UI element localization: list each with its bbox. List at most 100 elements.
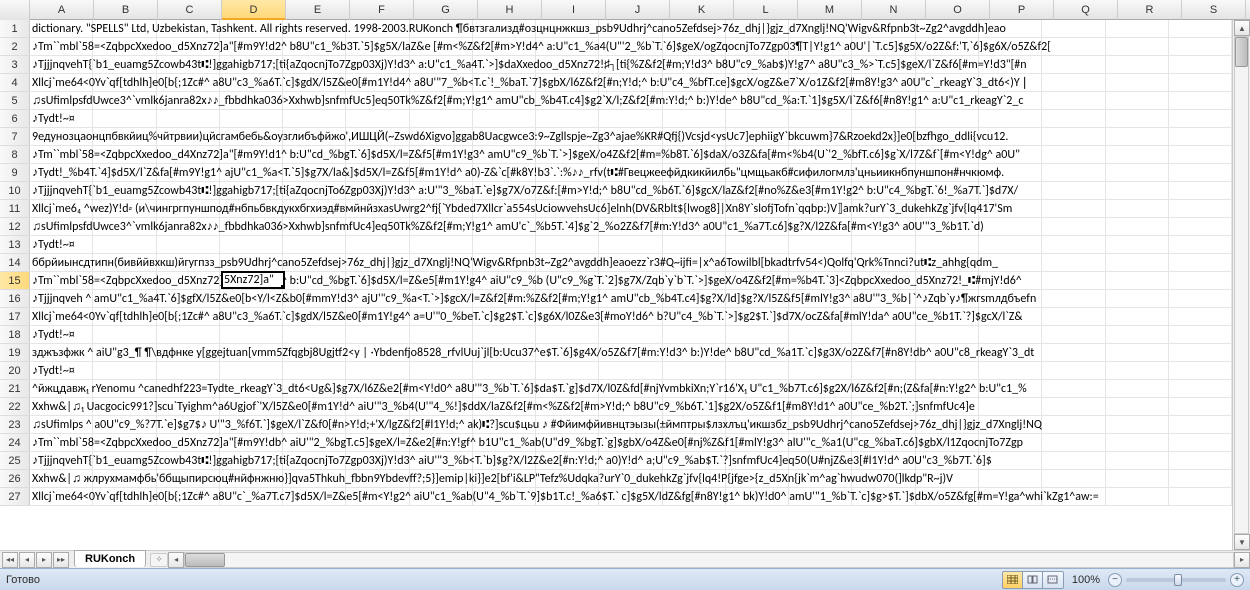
cell[interactable]: [979, 200, 1042, 218]
cell[interactable]: [916, 236, 979, 254]
cell[interactable]: [789, 20, 852, 38]
cell[interactable]: [789, 218, 852, 236]
cell[interactable]: [536, 146, 599, 164]
cell[interactable]: [979, 92, 1042, 110]
cell[interactable]: [220, 308, 283, 326]
cell[interactable]: [220, 344, 283, 362]
cell[interactable]: [599, 128, 662, 146]
cell[interactable]: [220, 290, 283, 308]
cell[interactable]: [536, 92, 599, 110]
cell[interactable]: [1169, 398, 1232, 416]
cell[interactable]: [1169, 128, 1232, 146]
cell[interactable]: [1106, 218, 1169, 236]
cell[interactable]: [283, 416, 346, 434]
cell[interactable]: [410, 92, 473, 110]
cell[interactable]: [599, 362, 662, 380]
cell[interactable]: [599, 470, 662, 488]
cell[interactable]: [346, 380, 409, 398]
cell[interactable]: [599, 110, 662, 128]
cell[interactable]: [663, 110, 726, 128]
cell[interactable]: [852, 290, 915, 308]
cell[interactable]: [852, 308, 915, 326]
cell[interactable]: [157, 488, 220, 506]
cell[interactable]: [283, 380, 346, 398]
cell[interactable]: [663, 92, 726, 110]
cell[interactable]: [410, 434, 473, 452]
column-header[interactable]: J: [606, 0, 670, 20]
cell[interactable]: [473, 110, 536, 128]
cell[interactable]: [536, 20, 599, 38]
cell[interactable]: [473, 290, 536, 308]
cell[interactable]: [30, 488, 93, 506]
cell[interactable]: [346, 164, 409, 182]
cell[interactable]: [410, 308, 473, 326]
cell[interactable]: [599, 236, 662, 254]
cell[interactable]: [346, 74, 409, 92]
cell[interactable]: [473, 380, 536, 398]
cell[interactable]: [663, 164, 726, 182]
cell[interactable]: [726, 434, 789, 452]
cell[interactable]: [1042, 290, 1105, 308]
cell[interactable]: [1106, 434, 1169, 452]
cell[interactable]: [157, 236, 220, 254]
column-header[interactable]: G: [414, 0, 478, 20]
cell[interactable]: [789, 38, 852, 56]
row-header[interactable]: 25: [0, 452, 30, 470]
cell[interactable]: [473, 182, 536, 200]
zoom-in-button[interactable]: +: [1230, 573, 1244, 587]
row-header[interactable]: 14: [0, 254, 30, 272]
cell[interactable]: [1169, 380, 1232, 398]
cell[interactable]: [473, 38, 536, 56]
insert-sheet-button[interactable]: ✧: [150, 553, 168, 567]
cell[interactable]: [726, 380, 789, 398]
cell[interactable]: [410, 110, 473, 128]
cell[interactable]: [283, 398, 346, 416]
cell[interactable]: [1106, 236, 1169, 254]
cell[interactable]: [979, 272, 1042, 290]
cell[interactable]: [663, 452, 726, 470]
column-header[interactable]: R: [1118, 0, 1182, 20]
cell[interactable]: [30, 308, 93, 326]
cell[interactable]: [979, 398, 1042, 416]
cell[interactable]: [93, 236, 156, 254]
column-header[interactable]: A: [30, 0, 94, 20]
cell[interactable]: [346, 254, 409, 272]
column-header[interactable]: K: [670, 0, 734, 20]
row-header[interactable]: 24: [0, 434, 30, 452]
row-header[interactable]: 1: [0, 20, 30, 38]
cell[interactable]: [852, 470, 915, 488]
cell[interactable]: [536, 56, 599, 74]
cell[interactable]: [663, 308, 726, 326]
cell[interactable]: [473, 416, 536, 434]
column-header[interactable]: I: [542, 0, 606, 20]
cell[interactable]: [916, 416, 979, 434]
cell[interactable]: [789, 380, 852, 398]
cell[interactable]: [789, 290, 852, 308]
cell[interactable]: [726, 326, 789, 344]
cell[interactable]: [283, 74, 346, 92]
cell[interactable]: [220, 470, 283, 488]
cell[interactable]: [1106, 182, 1169, 200]
cell[interactable]: [410, 164, 473, 182]
cell[interactable]: [220, 380, 283, 398]
cell[interactable]: [30, 164, 93, 182]
cell[interactable]: [916, 308, 979, 326]
cell[interactable]: [220, 416, 283, 434]
cell[interactable]: [852, 272, 915, 290]
cell[interactable]: [30, 380, 93, 398]
cell[interactable]: [979, 434, 1042, 452]
cell[interactable]: [852, 380, 915, 398]
cell[interactable]: [1042, 110, 1105, 128]
cell[interactable]: [410, 470, 473, 488]
cell[interactable]: [979, 308, 1042, 326]
cell[interactable]: [979, 380, 1042, 398]
cell[interactable]: [346, 434, 409, 452]
zoom-slider-thumb[interactable]: [1174, 574, 1182, 586]
cell[interactable]: [726, 56, 789, 74]
cell[interactable]: [473, 398, 536, 416]
cell[interactable]: [157, 470, 220, 488]
cell[interactable]: [30, 128, 93, 146]
cell[interactable]: [157, 164, 220, 182]
row-header[interactable]: 16: [0, 290, 30, 308]
zoom-out-button[interactable]: −: [1108, 573, 1122, 587]
